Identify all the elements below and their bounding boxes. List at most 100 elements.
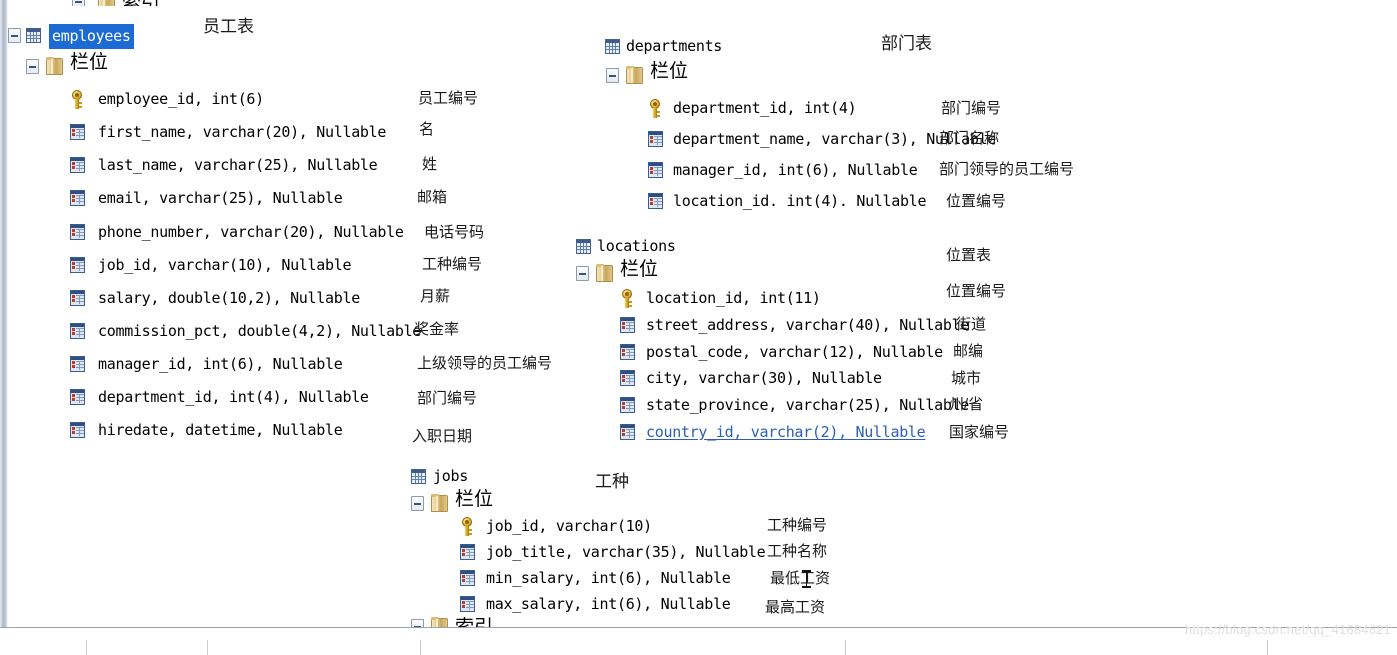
column-label: job_title, varchar(35), Nullable	[486, 543, 766, 561]
column-comment: 街道	[956, 316, 987, 333]
table-icon	[411, 469, 426, 484]
table-name-departments[interactable]: departments	[626, 35, 722, 57]
column-comment: 州/省	[949, 396, 984, 413]
expander-collapse-icon[interactable]	[606, 68, 619, 83]
column-comment: 姓	[422, 156, 438, 173]
column-comment: 部门名称	[939, 130, 1000, 147]
folder-icon	[626, 66, 643, 84]
table-icon	[605, 39, 620, 54]
tree-row-label: 栏位	[650, 61, 689, 82]
column-label: last_name, varchar(25), Nullable	[98, 156, 378, 174]
column-label: city, varchar(30), Nullable	[646, 369, 882, 387]
column-comment: 名	[419, 121, 435, 138]
folder-icon	[431, 494, 448, 512]
table-icon	[576, 239, 591, 254]
column-icon	[70, 190, 85, 206]
column-label: manager_id, int(6), Nullable	[673, 161, 918, 179]
column-icon	[70, 224, 85, 240]
table-name-jobs[interactable]: jobs	[433, 465, 468, 487]
column-icon	[620, 317, 635, 333]
table-comment-jobs: 工种	[595, 472, 629, 491]
column-icon	[648, 131, 663, 147]
column-icon	[620, 397, 635, 413]
expander-collapse-icon[interactable]	[26, 59, 39, 74]
tree-row-label: 栏位	[70, 52, 109, 73]
primary-key-icon	[460, 517, 474, 536]
status-bar-divider	[1267, 640, 1268, 655]
column-icon	[460, 544, 475, 560]
expander-collapse-icon[interactable]	[576, 266, 589, 281]
column-comment: 工种编号	[422, 256, 483, 273]
column-label[interactable]: country_id, varchar(2), Nullable	[646, 421, 926, 443]
status-bar-divider	[86, 640, 87, 655]
table-comment-departments: 部门表	[881, 34, 932, 53]
column-comment: 部门编号	[941, 100, 1002, 117]
status-bar-divider	[845, 640, 846, 655]
column-comment: 部门编号	[417, 390, 478, 407]
column-icon	[620, 344, 635, 360]
column-comment: 位置编号	[946, 283, 1007, 300]
primary-key-icon	[70, 90, 84, 109]
table-name-locations[interactable]: locations	[597, 235, 676, 257]
column-label: max_salary, int(6), Nullable	[486, 595, 731, 613]
status-bar-divider	[207, 640, 208, 655]
folder-icon	[46, 57, 63, 75]
column-label: state_province, varchar(25), Nullable	[646, 396, 970, 414]
column-icon	[70, 323, 85, 339]
column-comment: 最低工资	[770, 570, 831, 587]
column-label: department_id, int(4)	[673, 99, 857, 117]
column-label: employee_id, int(6)	[98, 90, 264, 108]
column-label: postal_code, varchar(12), Nullable	[646, 343, 943, 361]
column-icon	[460, 596, 475, 612]
primary-key-icon	[648, 99, 662, 118]
column-label: first_name, varchar(20), Nullable	[98, 123, 387, 141]
column-label: manager_id, int(6), Nullable	[98, 355, 343, 373]
text-cursor-icon	[802, 570, 811, 588]
column-icon	[648, 193, 663, 209]
column-label: phone_number, varchar(20), Nullable	[98, 223, 404, 241]
primary-key-icon	[620, 289, 634, 308]
column-comment: 电话号码	[424, 224, 485, 241]
table-icon	[26, 28, 41, 43]
column-icon	[70, 290, 85, 306]
column-icon	[70, 422, 85, 438]
expander-collapse-icon[interactable]	[8, 28, 21, 43]
column-label: job_id, varchar(10)	[486, 517, 652, 535]
column-label: department_id, int(4), Nullable	[98, 388, 369, 406]
table-name-employees[interactable]: employees	[49, 24, 134, 49]
tree-row-index-partial-top[interactable]: 索引	[60, 0, 240, 6]
table-comment-employees: 员工表	[203, 17, 254, 36]
watermark-text: https://blog.csdn.net/qq_41684621	[1184, 622, 1391, 637]
column-label: street_address, varchar(40), Nullable	[646, 316, 970, 334]
column-comment: 部门领导的员工编号	[939, 161, 1075, 178]
column-icon	[460, 570, 475, 586]
expander-collapse-icon[interactable]	[411, 496, 424, 511]
column-label: hiredate, datetime, Nullable	[98, 421, 343, 439]
column-comment: 城市	[951, 370, 982, 387]
status-bar-divider	[420, 640, 421, 655]
folder-icon	[596, 264, 613, 282]
table-comment-locations: 位置表	[946, 247, 992, 264]
column-label: salary, double(10,2), Nullable	[98, 289, 360, 307]
column-comment: 奖金率	[414, 321, 460, 338]
tree-row-label: 栏位	[620, 259, 659, 280]
column-comment: 最高工资	[765, 599, 826, 616]
column-icon	[70, 157, 85, 173]
folder-icon	[98, 0, 115, 6]
column-label: commission_pct, double(4,2), Nullable	[98, 322, 422, 340]
column-comment: 月薪	[420, 288, 451, 305]
expander-collapse-icon[interactable]	[72, 0, 85, 6]
column-comment: 国家编号	[949, 424, 1010, 441]
column-icon	[70, 356, 85, 372]
column-label: job_id, varchar(10), Nullable	[98, 256, 352, 274]
column-icon	[70, 257, 85, 273]
column-comment: 邮箱	[417, 189, 448, 206]
column-icon	[620, 424, 635, 440]
column-label: location_id. int(4). Nullable	[673, 192, 927, 210]
column-comment: 员工编号	[418, 90, 479, 107]
column-comment: 上级领导的员工编号	[417, 355, 553, 372]
column-comment: 入职日期	[412, 428, 473, 445]
tree-view-canvas: 索引 employees 员工表 栏位 employee_id, int(6) …	[0, 0, 1397, 655]
column-label: location_id, int(11)	[646, 289, 821, 307]
column-icon	[648, 162, 663, 178]
